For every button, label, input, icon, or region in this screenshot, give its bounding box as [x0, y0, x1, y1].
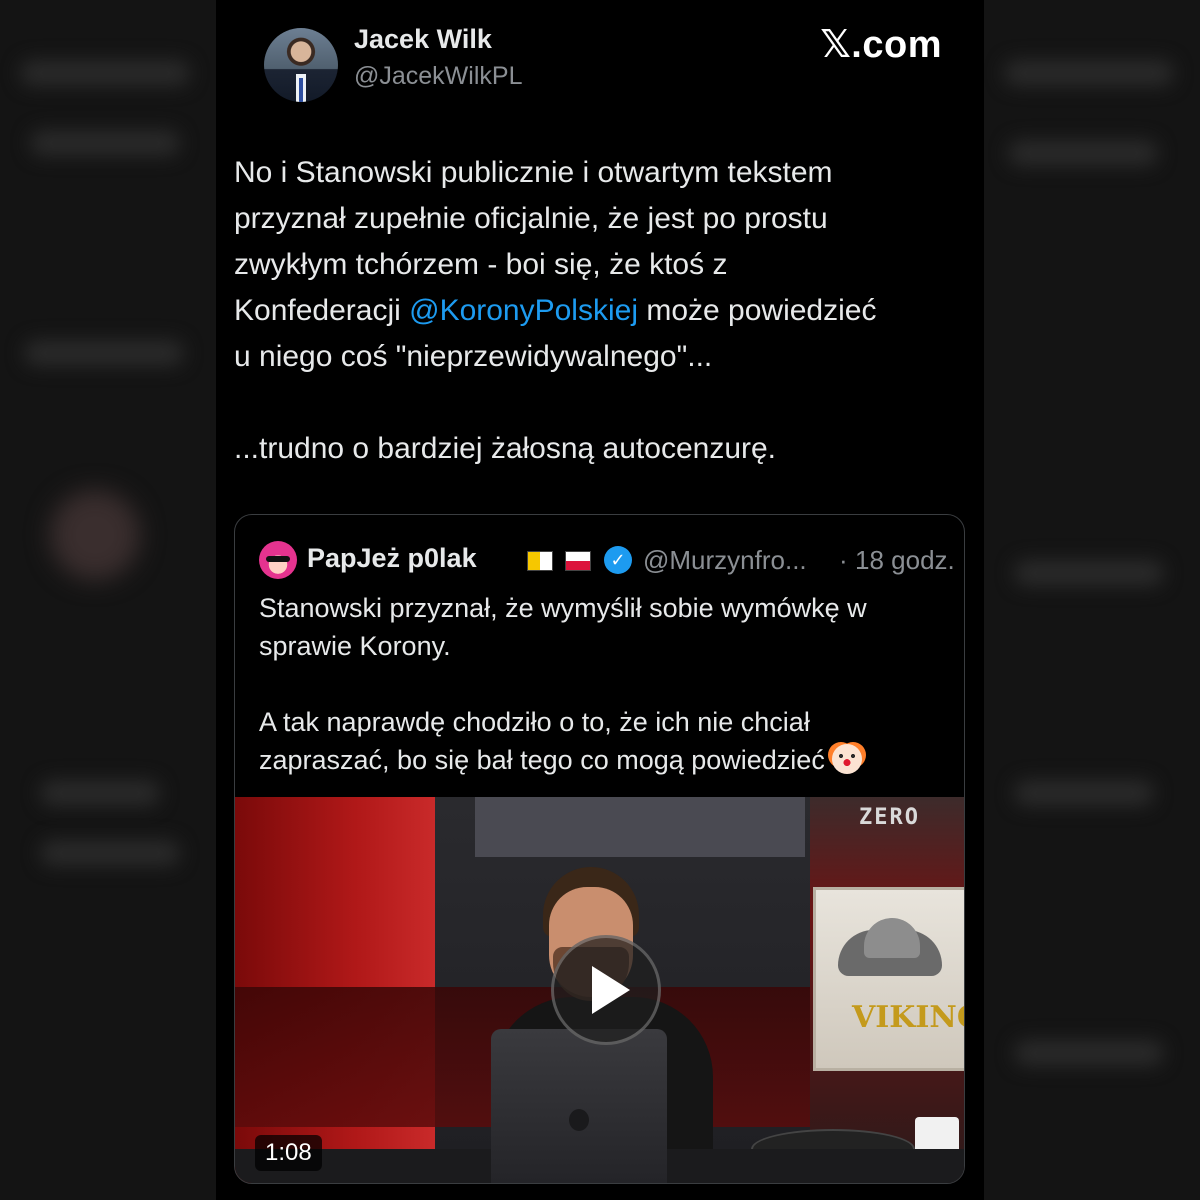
quoted-text-line: sprawie Korony. [259, 631, 451, 661]
author-handle[interactable]: @JacekWilkPL [354, 62, 522, 91]
video-player[interactable]: ZERO VIKINGA 1:08 [235, 797, 964, 1183]
quoted-tweet[interactable]: PapJeż p0lak ✓ @Murzynfro... · 18 godz. … [234, 514, 965, 1184]
author-avatar[interactable] [264, 28, 338, 102]
tweet-text-line: No i Stanowski publicznie i otwartym tek… [234, 156, 833, 189]
tweet-text-line: Konfederacji @KoronyPolskiej może powied… [234, 288, 974, 334]
tweet-text-segment: może powiedzieć [638, 294, 877, 327]
mention-link[interactable]: @KoronyPolskiej [409, 294, 638, 327]
video-duration: 1:08 [255, 1135, 322, 1171]
quoted-text-line: A tak naprawdę chodziło o to, że ich nie… [259, 707, 810, 737]
quoted-author-name[interactable]: PapJeż p0lak [307, 543, 477, 574]
clown-face-icon [832, 744, 863, 774]
quoted-text-line: zapraszać, bo się bał tego co mogą powie… [259, 741, 949, 779]
quoted-text-segment: zapraszać, bo się bał tego co mogą powie… [259, 745, 825, 775]
quoted-text-line: Stanowski przyznał, że wymyślił sobie wy… [259, 593, 867, 623]
laptop [491, 1029, 667, 1183]
tweet-text-line: u niego coś "nieprzewidywalnego"... [234, 340, 713, 373]
tweet-text-segment: Konfederacji [234, 294, 410, 327]
poland-flag-icon [565, 551, 591, 571]
video-frame-lights [475, 797, 805, 857]
vatican-flag-icon [527, 551, 553, 571]
tweet-card: Jacek Wilk @JacekWilkPL 𝕏.com No i Stano… [216, 0, 984, 1200]
poster-text: VIKINGA [852, 1000, 964, 1035]
blurred-background-left [0, 0, 216, 1200]
tweet-text-line: ...trudno o bardziej żałosną autocenzurę… [234, 432, 777, 465]
viking-poster: VIKINGA [813, 887, 964, 1071]
quoted-timestamp[interactable]: 18 godz. [855, 545, 955, 576]
tweet-header: Jacek Wilk @JacekWilkPL 𝕏.com [234, 18, 964, 108]
verified-badge-icon: ✓ [604, 546, 632, 574]
quoted-author-handle[interactable]: @Murzynfro... [643, 545, 807, 576]
quoted-author-avatar[interactable] [259, 541, 297, 579]
author-name[interactable]: Jacek Wilk [354, 24, 492, 55]
quoted-tweet-header: PapJeż p0lak ✓ @Murzynfro... · 18 godz. [259, 539, 955, 583]
blurred-background-right [984, 0, 1200, 1200]
channel-logo: ZERO [859, 805, 920, 830]
quoted-tweet-body: Stanowski przyznał, że wymyślił sobie wy… [259, 589, 949, 779]
play-icon[interactable] [551, 935, 661, 1045]
tweet-text-line: zwykłym tchórzem - boi się, że ktoś z [234, 248, 728, 281]
separator-dot: · [839, 545, 848, 575]
tweet-text-line: przyznał zupełnie oficjalnie, że jest po… [234, 202, 828, 235]
tweet-body: No i Stanowski publicznie i otwartym tek… [234, 150, 974, 472]
x-logo: 𝕏.com [820, 24, 942, 66]
